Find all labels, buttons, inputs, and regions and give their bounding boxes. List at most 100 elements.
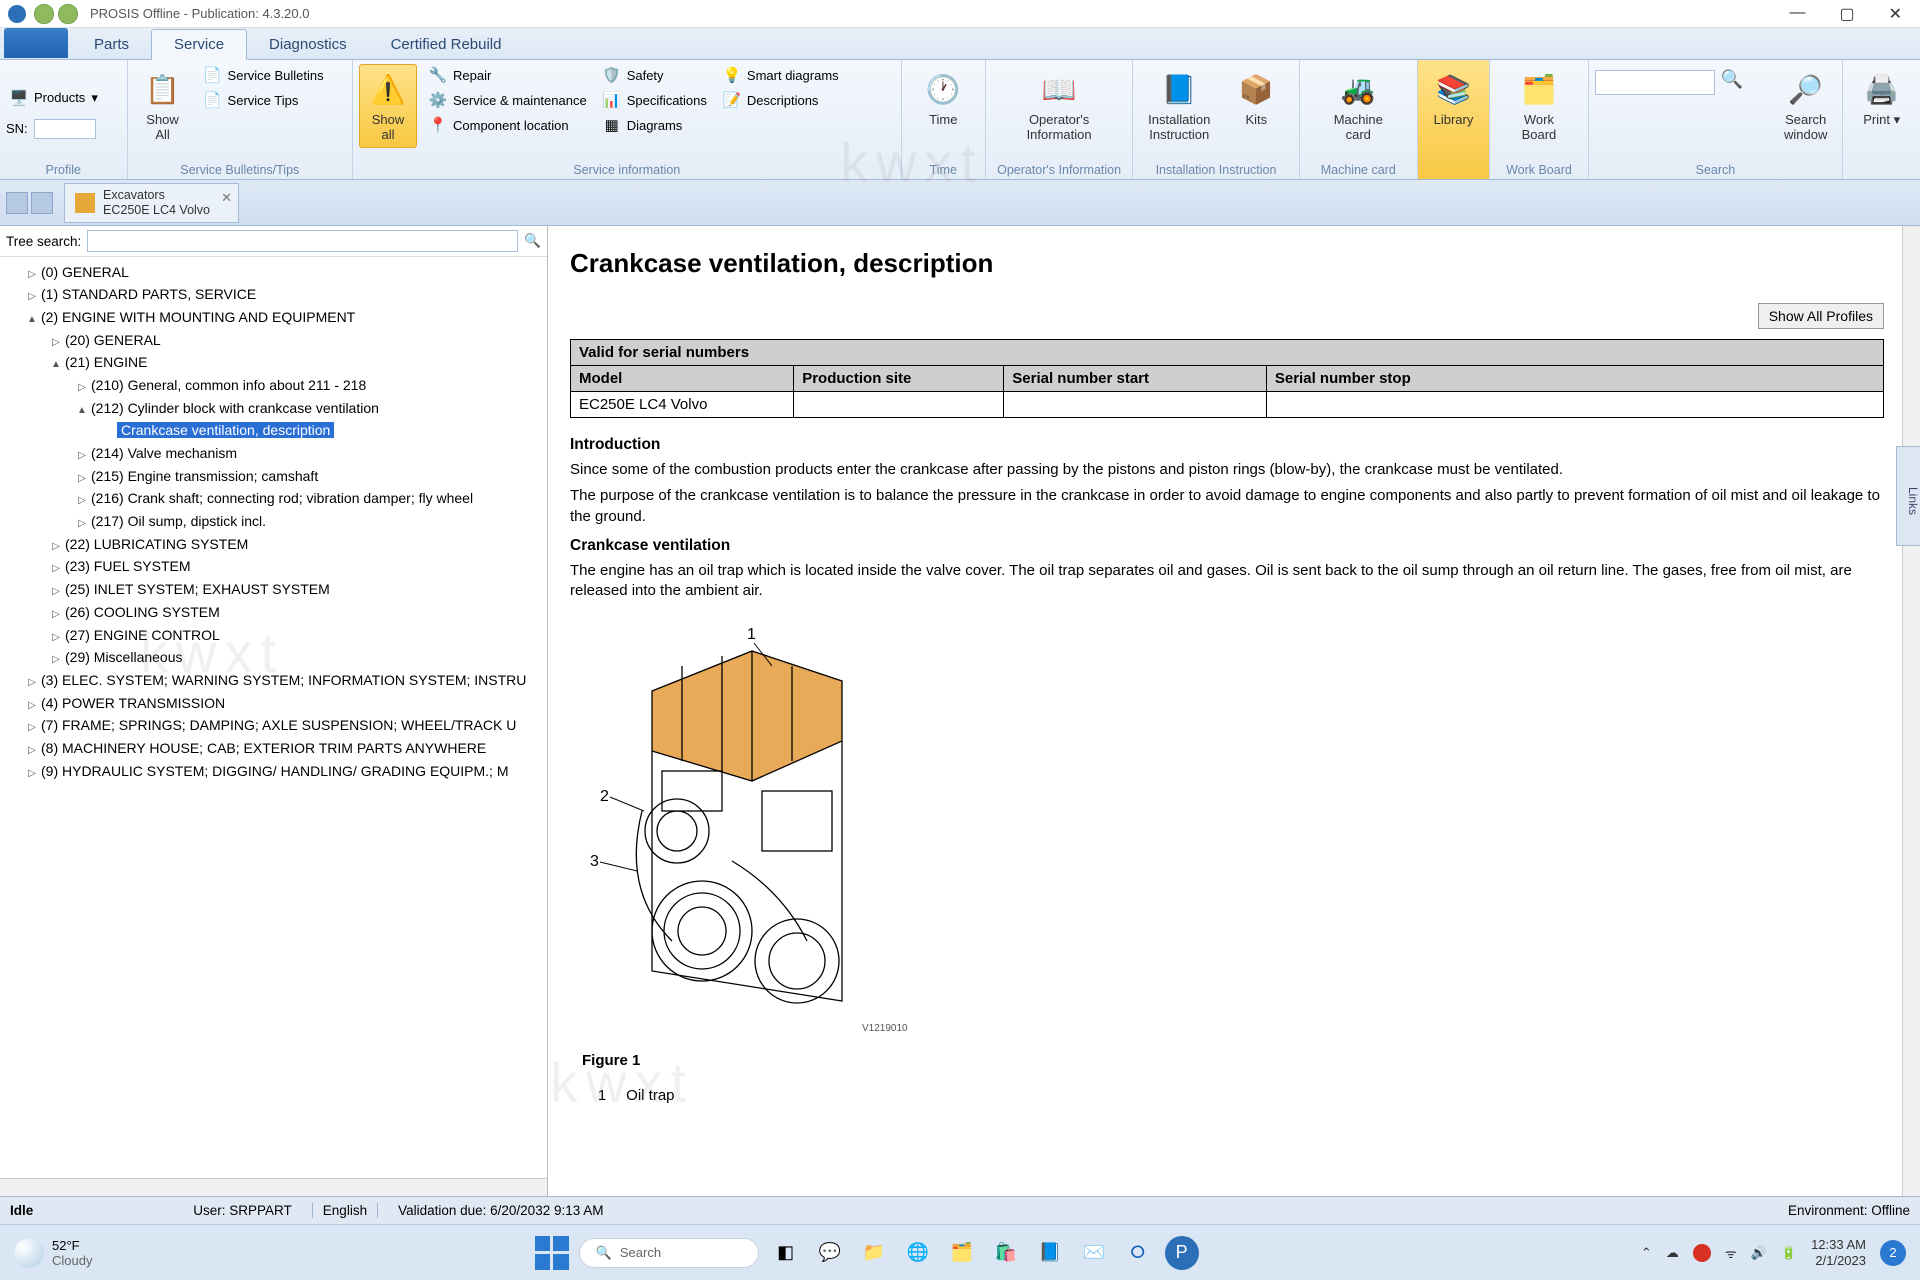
search-window-button[interactable]: 🔎Search window [1775,64,1836,148]
content-body[interactable]: Crankcase ventilation, description Show … [548,226,1920,1196]
battery-icon[interactable]: 🔋 [1781,1245,1797,1261]
library-icon: 📚 [1434,69,1474,109]
component-location-button[interactable]: 📍Component location [425,114,591,136]
service-tips-button[interactable]: 📄Service Tips [200,89,328,111]
tree-node[interactable]: ▷(217) Oil sump, dipstick incl. [6,511,545,534]
app-icon[interactable]: P [1165,1236,1199,1270]
taskbar-clock[interactable]: 12:33 AM2/1/2023 [1811,1237,1866,1268]
show-all-profiles-button[interactable]: 📋Show All [134,64,192,148]
explorer-icon[interactable]: 📁 [857,1236,891,1270]
volume-icon[interactable]: 🔊 [1751,1245,1767,1261]
tree-search-input[interactable] [87,230,518,252]
tree-node[interactable]: ▷(23) FUEL SYSTEM [6,556,545,579]
tree-node[interactable]: ▷(26) COOLING SYSTEM [6,601,545,624]
print-button[interactable]: 🖨️Print ▾ [1849,64,1914,133]
tray-app-icon[interactable] [1693,1244,1711,1262]
content-v-scrollbar[interactable] [1902,226,1920,1196]
tree-node[interactable]: ▷(9) HYDRAULIC SYSTEM; DIGGING/ HANDLING… [6,760,545,783]
tree-node[interactable]: ▷(25) INLET SYSTEM; EXHAUST SYSTEM [6,579,545,602]
smart-diagrams-button[interactable]: 💡Smart diagrams [719,64,843,86]
close-button[interactable]: ✕ [1889,4,1902,24]
teamviewer-icon[interactable]: ⭘ [1121,1236,1155,1270]
tab-service[interactable]: Service [151,29,247,60]
chat-icon[interactable]: 💬 [813,1236,847,1270]
weather-widget[interactable]: 52°F Cloudy [14,1238,92,1268]
cv-heading: Crankcase ventilation [570,537,1884,555]
document-tabstrip: Excavators EC250E LC4 Volvo ✕ [0,180,1920,226]
show-all-profiles-button[interactable]: Show All Profiles [1758,303,1884,329]
show-all-service-button[interactable]: ⚠️Show all [359,64,417,148]
word-icon[interactable]: 📘 [1033,1236,1067,1270]
ribbon-search-input[interactable] [1595,70,1715,95]
minimize-button[interactable]: — [1789,4,1805,24]
onedrive-icon[interactable]: ☁ [1666,1245,1679,1261]
wifi-icon[interactable]: ᯤ [1725,1244,1737,1262]
library-button[interactable]: 📚Library [1424,64,1484,133]
diagrams-button[interactable]: ▦Diagrams [599,114,711,136]
maintenance-button[interactable]: ⚙️Service & maintenance [425,89,591,111]
system-tray: ⌃ ☁ ᯤ 🔊 🔋 12:33 AM2/1/2023 2 [1641,1237,1906,1268]
kits-button[interactable]: 📦Kits [1227,64,1285,133]
links-sidebar-handle[interactable]: Links [1896,446,1920,546]
document-tab[interactable]: Excavators EC250E LC4 Volvo ✕ [64,183,239,223]
tree-node[interactable]: ▷(7) FRAME; SPRINGS; DAMPING; AXLE SUSPE… [6,715,545,738]
tab-diagnostics[interactable]: Diagnostics [247,30,369,59]
pin-icon: 📍 [429,116,447,134]
tree-node[interactable]: Crankcase ventilation, description [6,420,545,443]
doc-nav-fwd[interactable] [31,192,53,214]
tree-node[interactable]: ▷(216) Crank shaft; connecting rod; vibr… [6,488,545,511]
tree-node[interactable]: ▷(215) Engine transmission; camshaft [6,465,545,488]
tree-node[interactable]: ▷(20) GENERAL [6,329,545,352]
tree-node[interactable]: ▷(8) MACHINERY HOUSE; CAB; EXTERIOR TRIM… [6,737,545,760]
tree-node[interactable]: ▷(0) GENERAL [6,261,545,284]
close-tab-button[interactable]: ✕ [221,190,232,206]
mail-icon[interactable]: ✉️ [1077,1236,1111,1270]
tree-body[interactable]: ▷(0) GENERAL▷(1) STANDARD PARTS, SERVICE… [0,257,547,1178]
maximize-button[interactable]: ▢ [1839,4,1854,24]
tree-node[interactable]: ▷(27) ENGINE CONTROL [6,624,545,647]
tree-node[interactable]: ▷(29) Miscellaneous [6,647,545,670]
products-button[interactable]: 🖥️Products ▾ [6,87,102,109]
sn-input[interactable] [34,119,96,139]
nav-forward-button[interactable] [58,4,78,24]
installation-button[interactable]: 📘Installation Instruction [1139,64,1219,148]
tab-rebuild[interactable]: Certified Rebuild [369,30,524,59]
tray-chevron-icon[interactable]: ⌃ [1641,1245,1652,1261]
safety-button[interactable]: 🛡️Safety [599,64,711,86]
window-title: PROSIS Offline - Publication: 4.3.20.0 [90,6,1789,21]
tab-parts[interactable]: Parts [72,30,151,59]
tree-node[interactable]: ▷(22) LUBRICATING SYSTEM [6,533,545,556]
notifications-badge[interactable]: 2 [1880,1240,1906,1266]
machine-card-button[interactable]: 🚜Machine card [1306,64,1411,148]
store-icon[interactable]: 🛍️ [989,1236,1023,1270]
tree-node[interactable]: ▷(214) Valve mechanism [6,443,545,466]
app-menu-button[interactable] [4,28,68,58]
edge-icon[interactable]: 🌐 [901,1236,935,1270]
status-bar: Idle User: SRPPART English Validation du… [0,1196,1920,1224]
service-bulletins-button[interactable]: 📄Service Bulletins [200,64,328,86]
tree-node[interactable]: ▷(1) STANDARD PARTS, SERVICE [6,284,545,307]
tree-node[interactable]: ▲(21) ENGINE [6,352,545,375]
tree-node[interactable]: ▲(2) ENGINE WITH MOUNTING AND EQUIPMENT [6,306,545,329]
specifications-button[interactable]: 📊Specifications [599,89,711,111]
tree-node[interactable]: ▷(4) POWER TRANSMISSION [6,692,545,715]
task-view-button[interactable]: ◧ [769,1236,803,1270]
tree-node[interactable]: ▷(210) General, common info about 211 - … [6,374,545,397]
time-button[interactable]: 🕐Time [908,64,979,133]
start-button[interactable] [535,1236,569,1270]
repair-button[interactable]: 🔧Repair [425,64,591,86]
descriptions-button[interactable]: 📝Descriptions [719,89,843,111]
folder-icon[interactable]: 🗂️ [945,1236,979,1270]
tree-node[interactable]: ▷(3) ELEC. SYSTEM; WARNING SYSTEM; INFOR… [6,669,545,692]
tree-node[interactable]: ▲(212) Cylinder block with crankcase ven… [6,397,545,420]
svg-text:V1219010: V1219010 [862,1023,908,1034]
work-board-button[interactable]: 🗂️Work Board [1496,64,1581,148]
binoculars-icon[interactable]: 🔍 [1721,69,1743,90]
operators-info-button[interactable]: 📖Operator's Information [992,64,1126,148]
install-icon: 📘 [1159,69,1199,109]
nav-back-button[interactable] [34,4,54,24]
tree-h-scrollbar[interactable] [0,1178,547,1196]
taskbar-search[interactable]: 🔍 Search [579,1238,759,1268]
tree-search-button[interactable]: 🔍 [524,233,541,249]
doc-nav-back[interactable] [6,192,28,214]
